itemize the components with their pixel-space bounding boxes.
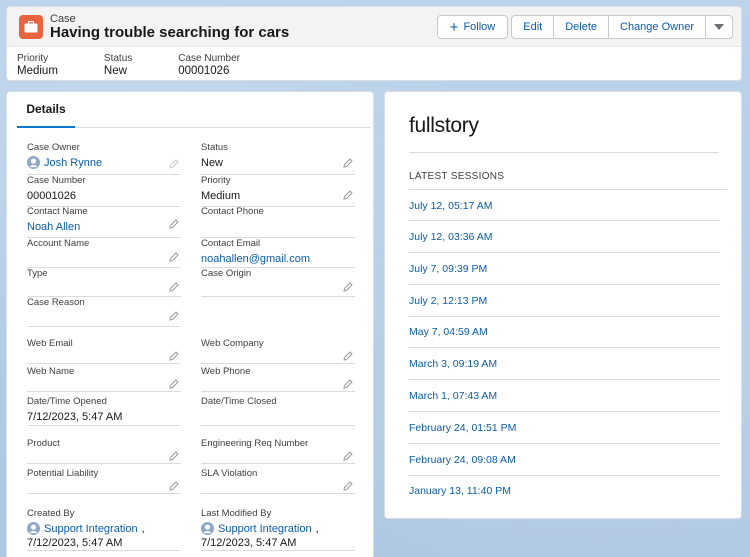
edit-pencil-icon[interactable] [343,158,353,168]
field-account-name: Account Name [27,238,181,268]
edit-pencil-icon[interactable] [169,481,179,491]
field-type: Type [27,268,181,297]
edit-pencil-icon[interactable] [169,282,179,292]
page-title: Having trouble searching for cars [50,24,290,41]
follow-label: Follow [463,21,496,33]
field-product: Product [27,438,181,464]
delete-button[interactable]: Delete [554,15,609,39]
divider [409,152,719,153]
edit-pencil-icon[interactable] [169,311,179,321]
session-link[interactable]: July 12, 05:17 AM [409,200,492,212]
field-case-owner: Case Owner Josh Rynne [27,142,181,175]
field-sla-violation: SLA Violation [201,468,355,494]
user-avatar-icon [27,156,40,169]
integration-avatar-icon [201,522,214,535]
tab-details[interactable]: Details [17,92,75,128]
field-date-closed: Date/Time Closed [201,396,355,426]
integration-avatar-icon [27,522,40,535]
tab-bar: Details [17,92,371,128]
edit-pencil-icon[interactable] [169,219,179,229]
field-web-email: Web Email [27,338,181,364]
edit-pencil-icon[interactable] [169,451,179,461]
edit-pencil-icon[interactable] [343,282,353,292]
fullstory-logo: fullstory [409,114,479,137]
field-last-modified-by: Last Modified By Support Integration, 7/… [201,508,355,552]
header-actions: + Follow Edit Delete Change Owner [436,15,733,39]
edit-pencil-icon[interactable] [343,451,353,461]
field-web-phone: Web Phone [201,366,355,392]
field-potential-liability: Potential Liability [27,468,181,494]
edit-pencil-icon[interactable] [169,351,179,361]
edit-pencil-icon[interactable] [343,190,353,200]
case-owner-link[interactable]: Josh Rynne [27,156,181,169]
highlight-status: Status New [103,53,133,77]
change-owner-icon[interactable] [169,159,179,169]
record-header: Case Having trouble searching for cars +… [6,6,742,81]
plus-icon: + [449,18,459,36]
field-case-number: Case Number 00001026 [27,175,181,207]
highlight-case-number: Case Number 00001026 [178,53,240,77]
fullstory-panel: fullstory LATEST SESSIONS July 12, 05:17… [384,91,742,519]
case-icon [19,15,43,39]
session-link[interactable]: February 24, 09:08 AM [409,454,516,466]
session-link[interactable]: May 7, 04:59 AM [409,326,488,338]
edit-button[interactable]: Edit [511,15,555,39]
session-link[interactable]: July 12, 03:36 AM [409,231,492,243]
field-priority: Priority Medium [201,175,355,207]
session-link[interactable]: February 24, 01:51 PM [409,422,516,434]
field-contact-email: Contact Email noahallen@gmail.com [201,238,355,268]
session-link[interactable]: January 13, 11:40 PM [409,485,511,497]
session-link[interactable]: March 3, 09:19 AM [409,358,497,370]
edit-pencil-icon[interactable] [343,351,353,361]
edit-pencil-icon[interactable] [169,252,179,262]
contact-name-link[interactable]: Noah Allen [27,220,181,233]
edit-pencil-icon[interactable] [169,379,179,389]
latest-sessions-heading: LATEST SESSIONS [409,171,505,182]
field-case-reason: Case Reason [27,297,181,327]
record-header-top: Case Having trouble searching for cars +… [7,7,741,47]
session-link[interactable]: March 1, 07:43 AM [409,390,497,402]
caret-down-icon [714,24,724,30]
field-date-opened: Date/Time Opened 7/12/2023, 5:47 AM [27,396,181,426]
field-created-by: Created By Support Integration, 7/12/202… [27,508,181,552]
field-status: Status New [201,142,355,175]
field-contact-name: Contact Name Noah Allen [27,206,181,238]
session-link[interactable]: July 2, 12:13 PM [409,295,487,307]
last-modified-by-link[interactable]: Support Integration, [201,522,355,535]
field-web-company: Web Company [201,338,355,364]
edit-pencil-icon[interactable] [343,481,353,491]
divider [409,189,727,190]
field-web-name: Web Name [27,366,181,392]
contact-email-link[interactable]: noahallen@gmail.com [201,252,355,265]
field-case-origin: Case Origin [201,268,355,297]
more-actions-button[interactable] [706,15,733,39]
edit-pencil-icon[interactable] [343,379,353,389]
details-panel: Details Case Owner Josh Rynne Status New… [6,91,374,557]
field-engineering-req: Engineering Req Number [201,438,355,464]
highlights-panel: Priority Medium Status New Case Number 0… [17,53,286,77]
change-owner-button[interactable]: Change Owner [609,15,706,39]
follow-button[interactable]: + Follow [436,15,509,39]
highlight-priority: Priority Medium [17,53,58,77]
session-link[interactable]: July 7, 09:39 PM [409,263,487,275]
created-by-link[interactable]: Support Integration, [27,522,181,535]
field-contact-phone: Contact Phone [201,206,355,238]
